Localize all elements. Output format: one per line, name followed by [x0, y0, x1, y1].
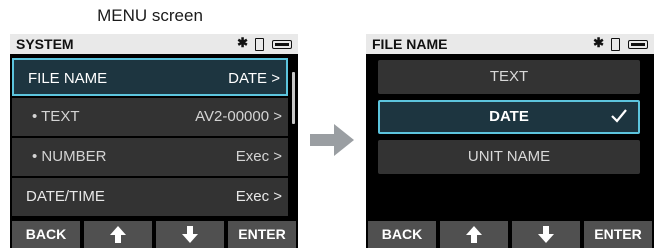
battery-icon — [272, 40, 292, 49]
bluetooth-icon: ✱ — [237, 35, 248, 50]
option-label: DATE — [489, 108, 529, 125]
bluetooth-icon: ✱ — [593, 35, 604, 50]
menu-item-file-name[interactable]: FILE NAME DATE > — [12, 58, 288, 96]
arrow-up-icon — [110, 226, 126, 243]
checkmark-icon — [611, 109, 627, 123]
menu-item-value: Exec > — [235, 148, 282, 165]
menu-item-date-time[interactable]: DATE/TIME Exec > — [12, 178, 288, 216]
menu-item-value: DATE > — [228, 70, 280, 87]
arrow-down-icon — [182, 226, 198, 243]
menu-item-label: • NUMBER — [32, 148, 107, 165]
back-button[interactable]: BACK — [12, 221, 80, 248]
down-button[interactable] — [156, 221, 224, 248]
file-name-screen: FILE NAME ✱ TEXT DATE UNIT NAME BACK ENT… — [366, 34, 654, 248]
button-bar: BACK ENTER — [366, 221, 654, 248]
option-unit-name[interactable]: UNIT NAME — [378, 140, 640, 174]
option-text[interactable]: TEXT — [378, 60, 640, 94]
status-title: SYSTEM — [16, 36, 74, 52]
enter-button[interactable]: ENTER — [228, 221, 296, 248]
status-bar: FILE NAME ✱ — [366, 34, 654, 54]
menu-item-value: AV2-00000 > — [195, 108, 282, 125]
button-bar: BACK ENTER — [10, 221, 298, 248]
menu-screen-system: SYSTEM ✱ FILE NAME DATE > • TEXT AV2-000… — [10, 34, 298, 248]
down-button[interactable] — [512, 221, 580, 248]
caption: MENU screen — [97, 6, 203, 25]
sd-card-icon — [255, 38, 264, 51]
up-button[interactable] — [440, 221, 508, 248]
menu-item-text[interactable]: • TEXT AV2-00000 > — [12, 98, 288, 136]
arrow-down-icon — [538, 226, 554, 243]
menu-item-number[interactable]: • NUMBER Exec > — [12, 138, 288, 176]
back-button[interactable]: BACK — [368, 221, 436, 248]
menu-item-value: Exec > — [235, 188, 282, 205]
battery-icon — [628, 40, 648, 49]
scrollbar[interactable] — [292, 72, 295, 124]
status-title: FILE NAME — [372, 36, 448, 52]
menu-item-label: • TEXT — [32, 108, 80, 125]
menu-item-label: DATE/TIME — [26, 188, 105, 205]
up-button[interactable] — [84, 221, 152, 248]
arrow-right-icon — [310, 124, 354, 156]
option-date[interactable]: DATE — [378, 100, 640, 134]
menu-item-label: FILE NAME — [28, 70, 108, 87]
enter-button[interactable]: ENTER — [584, 221, 652, 248]
sd-card-icon — [611, 38, 620, 51]
arrow-up-icon — [466, 226, 482, 243]
status-bar: SYSTEM ✱ — [10, 34, 298, 54]
